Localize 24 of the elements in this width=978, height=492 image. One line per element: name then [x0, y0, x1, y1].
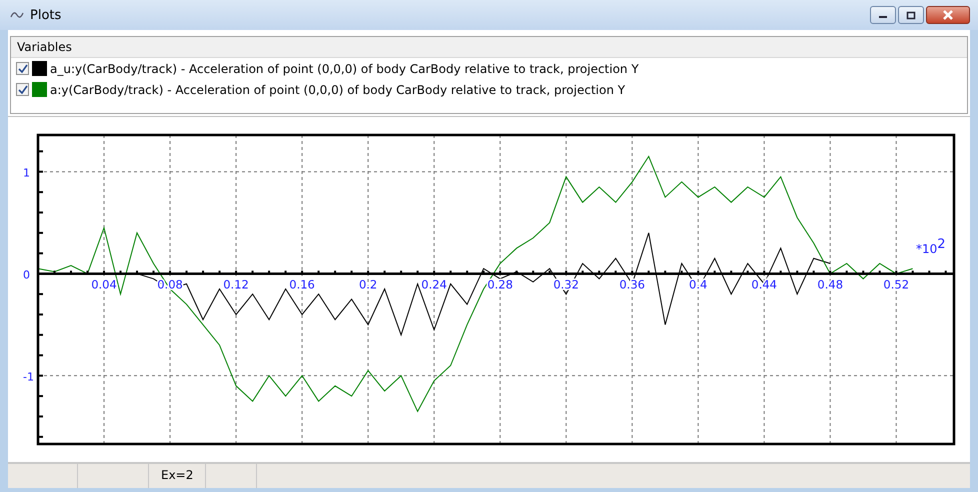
axis-label: 0.16 [289, 278, 315, 292]
wave-icon [10, 10, 24, 20]
axis-label: 0.24 [421, 278, 447, 292]
axis-label: 1 [23, 166, 30, 180]
axis-label: 0 [23, 268, 30, 282]
minimize-button[interactable] [870, 6, 896, 24]
axis-label: -1 [23, 370, 34, 384]
checkbox[interactable] [16, 62, 29, 75]
status-text: Ex=2 [149, 464, 206, 488]
axis-label: 0.12 [223, 278, 249, 292]
variable-label: a_u:y(CarBody/track) - Acceleration of point (0,0,0) of body CarBody relative to track, projection Y [50, 62, 639, 76]
axis-label: 0.28 [487, 278, 513, 292]
axis-label: 0.48 [817, 278, 844, 292]
window-title: Plots [30, 8, 62, 22]
axis-label: 0.2 [358, 278, 378, 292]
axis-label: 0.04 [91, 278, 117, 292]
axis-label: 0.52 [883, 278, 910, 292]
close-button[interactable] [926, 6, 970, 24]
panel-header: Variables [11, 37, 967, 58]
close-icon [942, 10, 954, 20]
checkbox[interactable] [16, 83, 29, 96]
maximize-button[interactable] [898, 6, 924, 24]
maximize-icon [906, 10, 916, 20]
variable-label: a:y(CarBody/track) - Acceleration of point (0,0,0) of body CarBody relative to track, projection Y [50, 82, 626, 96]
